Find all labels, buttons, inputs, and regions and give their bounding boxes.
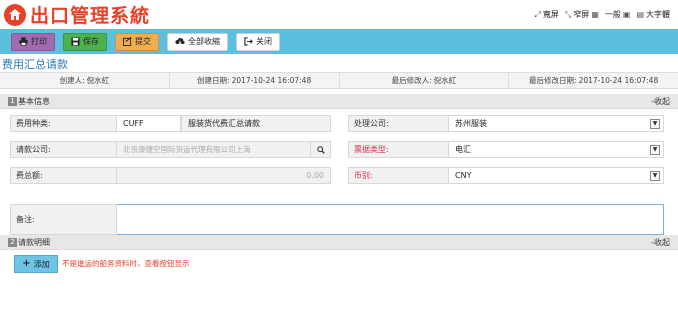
print-icon: [19, 37, 28, 46]
collapse-basic-info-toggle[interactable]: -收起: [651, 96, 670, 107]
meta-creator: 创建人: 倪水紅: [0, 73, 170, 88]
close-button[interactable]: 关闭: [236, 32, 280, 51]
ticket-type-label: 票据类型:: [348, 141, 449, 158]
fee-type-name: 服装货代费汇总请款: [181, 115, 331, 132]
chevron-down-icon: ▼: [650, 170, 660, 181]
currency-row: 币别: CNY ▼: [348, 167, 664, 184]
company-search-button[interactable]: [311, 141, 331, 158]
large-font-link[interactable]: ▤ 大字體: [636, 9, 670, 20]
logo: 出口管理系統: [4, 1, 150, 28]
save-icon: [71, 37, 80, 46]
chevron-down-icon: ▼: [650, 118, 660, 129]
wide-screen-link[interactable]: ⤢ 寬屏: [535, 9, 559, 20]
grid-icon: ▦: [591, 10, 599, 19]
processor-row: 处理公司: 苏州服装 ▼: [348, 115, 664, 132]
app-title: 出口管理系統: [30, 5, 151, 27]
notes-textarea[interactable]: [117, 204, 664, 235]
currency-select[interactable]: CNY ▼: [449, 167, 664, 184]
app-header: 出口管理系統 ⤢ 寬屏 ⤡ 窄屏 ▦ 一般 ▣ ▤ 大字體: [0, 0, 678, 29]
search-icon: [316, 145, 325, 154]
home-icon: [4, 3, 26, 26]
exit-icon: [244, 37, 253, 46]
print-button[interactable]: 打印: [11, 32, 55, 51]
fee-type-code: CUFF: [117, 115, 181, 132]
shrink-icon: ⤡: [564, 9, 572, 19]
request-detail-header: 2 请款明细 -收起: [0, 235, 678, 250]
collapse-all-button[interactable]: 全部收縮: [167, 32, 228, 51]
fee-type-row: 费用种类: CUFF 服装货代费汇总请款: [10, 115, 331, 132]
ticket-type-row: 票据类型: 电汇 ▼: [348, 141, 664, 158]
record-meta: 创建人: 倪水紅 创建日期: 2017-10-24 16:07:48 最后修改人…: [0, 72, 678, 89]
currency-label: 币别:: [348, 167, 449, 184]
section-number: 1: [8, 96, 17, 106]
narrow-screen-link[interactable]: ⤡ 窄屏 ▦: [565, 9, 599, 20]
request-detail-area: + 添加 不是進运的船务资料时，查看按钮显示: [0, 250, 678, 290]
total-amount-field: 0.00: [117, 167, 331, 184]
add-button[interactable]: + 添加: [14, 255, 58, 273]
normal-font-link[interactable]: 一般 ▣: [605, 9, 631, 20]
company-field[interactable]: 北京康捷空国际货运代理有限公司上海: [117, 141, 311, 158]
hint-text: 不是進运的船务资料时，查看按钮显示: [62, 259, 190, 268]
company-label: 请款公司:: [10, 141, 117, 158]
basic-info-header: 1 基本信息 -收起: [0, 94, 678, 109]
app-window: 出口管理系統 ⤢ 寬屏 ⤡ 窄屏 ▦ 一般 ▣ ▤ 大字體 打印 保存 提交 全…: [0, 0, 678, 318]
section-title: 请款明细: [18, 237, 50, 247]
meta-created-date: 创建日期: 2017-10-24 16:07:48: [170, 73, 340, 88]
fee-type-label: 费用种类:: [10, 115, 117, 132]
page-title: 费用汇总请款: [2, 58, 68, 71]
collapse-detail-toggle[interactable]: -收起: [651, 237, 670, 248]
view-mode-links: ⤢ 寬屏 ⤡ 窄屏 ▦ 一般 ▣ ▤ 大字體: [535, 9, 671, 20]
meta-modified-date: 最后修改日期: 2017-10-24 16:07:48: [529, 76, 659, 85]
meta-modifier: 最后修改人: 倪水紅: [340, 73, 510, 88]
font-normal-icon: ▣: [622, 10, 631, 19]
expand-icon: ⤢: [534, 9, 541, 19]
chevron-down-icon: ▼: [650, 144, 660, 155]
processor-label: 处理公司:: [348, 115, 449, 132]
total-row: 费总额: 0.00: [10, 167, 331, 184]
company-row: 请款公司: 北京康捷空国际货运代理有限公司上海: [10, 141, 331, 158]
toolbar: 打印 保存 提交 全部收縮 关闭: [0, 29, 678, 54]
plus-icon: +: [22, 258, 31, 269]
font-size-icon: ▤: [636, 10, 644, 19]
submit-button[interactable]: 提交: [115, 32, 159, 51]
processor-select[interactable]: 苏州服装 ▼: [449, 115, 664, 132]
cloud-download-icon: [175, 38, 185, 45]
ticket-type-select[interactable]: 电汇 ▼: [449, 141, 664, 158]
submit-icon: [123, 37, 132, 46]
basic-info-form: 费用种类: CUFF 服装货代费汇总请款 处理公司: 苏州服装 ▼ 请款公司: …: [0, 109, 678, 235]
section-title: 基本信息: [18, 96, 50, 106]
notes-label: 备注:: [10, 204, 117, 235]
save-button[interactable]: 保存: [63, 32, 107, 51]
total-label: 费总额:: [10, 167, 117, 184]
section-number: 2: [8, 237, 17, 247]
